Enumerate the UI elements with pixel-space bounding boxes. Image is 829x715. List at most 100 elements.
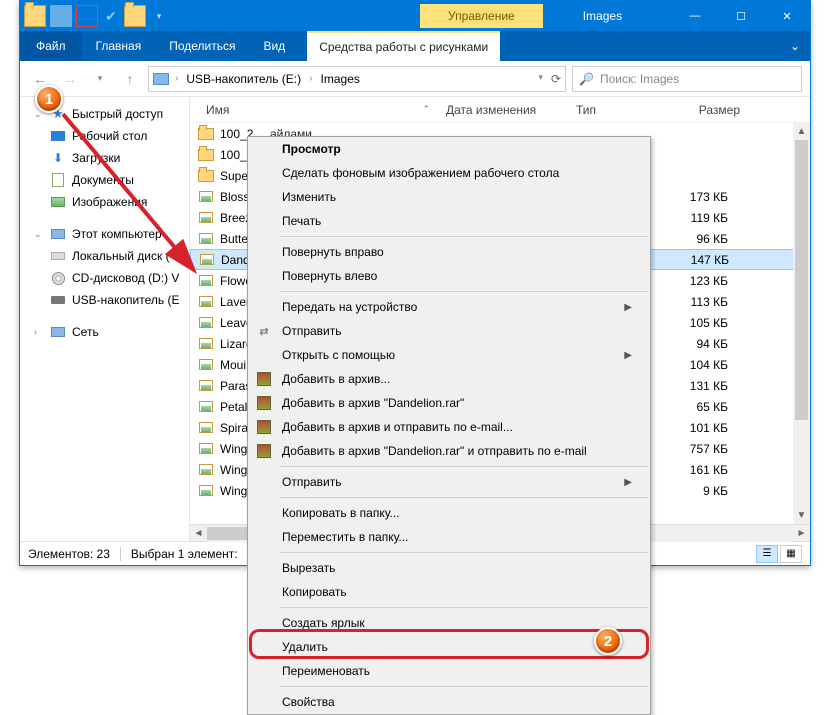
image-file-icon: [198, 442, 214, 456]
menu-item[interactable]: Добавить в архив и отправить по e-mail..…: [248, 415, 650, 439]
refresh-icon[interactable]: ⟳: [551, 72, 561, 86]
view-details-button[interactable]: ☰: [756, 545, 778, 563]
menu-item-label: Передать на устройство: [282, 300, 417, 314]
col-name[interactable]: Имя⌃: [198, 103, 438, 117]
file-size: 65 КБ: [658, 400, 738, 414]
scroll-right-icon[interactable]: ►: [793, 525, 810, 542]
nav-cd-drive[interactable]: CD-дисковод (D:) V: [22, 267, 187, 289]
chevron-down-icon[interactable]: ▾: [536, 72, 545, 86]
divider: [50, 5, 72, 27]
menu-item-label: Просмотр: [282, 142, 341, 156]
tab-view[interactable]: Вид: [249, 31, 299, 61]
col-date[interactable]: Дата изменения: [438, 103, 568, 117]
menu-item[interactable]: Создать ярлык: [248, 611, 650, 635]
forward-button[interactable]: →: [58, 67, 82, 91]
view-icons-button[interactable]: ▦: [780, 545, 802, 563]
menu-item[interactable]: Добавить в архив...: [248, 367, 650, 391]
image-file-icon: [198, 337, 214, 351]
menu-item[interactable]: Добавить в архив "Dandelion.rar" и отпра…: [248, 439, 650, 463]
address-box[interactable]: › USB-накопитель (E:) › Images ▾ ⟳: [148, 66, 566, 92]
menu-item[interactable]: Удалить: [248, 635, 650, 659]
ribbon-expand-icon[interactable]: ⌄: [780, 31, 810, 61]
col-type[interactable]: Тип: [568, 103, 658, 117]
qat-dropdown-icon[interactable]: ▾: [148, 5, 170, 27]
scroll-down-icon[interactable]: ▼: [793, 507, 810, 524]
scroll-track[interactable]: [793, 140, 810, 507]
menu-item[interactable]: Сделать фоновым изображением рабочего ст…: [248, 161, 650, 185]
menu-separator: [280, 686, 648, 687]
chevron-right-icon[interactable]: ›: [307, 73, 314, 84]
menu-item[interactable]: Повернуть вправо: [248, 240, 650, 264]
annotation-callout-2: 2: [594, 627, 622, 655]
breadcrumb[interactable]: Images: [316, 70, 363, 88]
menu-item[interactable]: Переместить в папку...: [248, 525, 650, 549]
menu-item[interactable]: Вырезать: [248, 556, 650, 580]
menu-item[interactable]: ⇄ Отправить: [248, 319, 650, 343]
menu-item[interactable]: Печать: [248, 209, 650, 233]
menu-item-label: Переименовать: [282, 664, 370, 678]
nav-documents[interactable]: Документы: [22, 169, 187, 191]
scroll-up-icon[interactable]: ▲: [793, 123, 810, 140]
menu-item-label: Свойства: [282, 695, 335, 709]
image-file-icon: [198, 211, 214, 225]
divider: [120, 547, 121, 561]
nav-downloads[interactable]: ⬇Загрузки: [22, 147, 187, 169]
image-file-icon: [198, 463, 214, 477]
col-size[interactable]: Размер: [658, 103, 748, 117]
menu-item[interactable]: Добавить в архив "Dandelion.rar": [248, 391, 650, 415]
nav-usb-drive[interactable]: USB-накопитель (E: [22, 289, 187, 311]
file-size: 161 КБ: [658, 463, 738, 477]
up-button[interactable]: ↑: [118, 67, 142, 91]
qat-newfolder-icon[interactable]: [124, 5, 146, 27]
menu-separator: [280, 236, 648, 237]
nav-local-disk[interactable]: Локальный диск (: [22, 245, 187, 267]
menu-item-label: Отправить: [282, 475, 342, 489]
menu-item-label: Добавить в архив "Dandelion.rar" и отпра…: [282, 444, 587, 458]
tab-picture-tools[interactable]: Средства работы с рисунками: [307, 31, 500, 61]
menu-item[interactable]: Повернуть влево: [248, 264, 650, 288]
tab-share[interactable]: Поделиться: [155, 31, 249, 61]
menu-item[interactable]: Переименовать: [248, 659, 650, 683]
menu-item[interactable]: Копировать в папку...: [248, 501, 650, 525]
chevron-right-icon[interactable]: ›: [173, 73, 180, 84]
qat-check-icon[interactable]: ✔: [100, 5, 122, 27]
nav-this-pc[interactable]: ⌄Этот компьютер: [22, 223, 187, 245]
menu-separator: [280, 497, 648, 498]
close-button[interactable]: ✕: [764, 1, 810, 31]
scroll-left-icon[interactable]: ◄: [190, 525, 207, 542]
menu-item[interactable]: Свойства: [248, 690, 650, 714]
file-size: 757 КБ: [658, 442, 738, 456]
vertical-scrollbar[interactable]: ▲ ▼: [793, 123, 810, 524]
menu-item-label: Отправить: [282, 324, 342, 338]
image-file-icon: [198, 400, 214, 414]
minimize-button[interactable]: —: [672, 1, 718, 31]
submenu-arrow-icon: ▶: [624, 350, 632, 361]
file-size: 94 КБ: [658, 337, 738, 351]
sort-caret-icon: ⌃: [422, 104, 430, 115]
search-input[interactable]: 🔍 Поиск: Images: [572, 66, 802, 92]
nav-desktop[interactable]: Рабочий стол: [22, 125, 187, 147]
nav-pictures[interactable]: Изображения: [22, 191, 187, 213]
qat-properties-icon[interactable]: [76, 5, 98, 27]
menu-separator: [280, 607, 648, 608]
menu-item[interactable]: Открыть с помощью▶: [248, 343, 650, 367]
submenu-arrow-icon: ▶: [624, 302, 632, 313]
menu-item[interactable]: Передать на устройство ▶: [248, 295, 650, 319]
share-icon: ⇄: [256, 323, 272, 339]
nav-network[interactable]: ›Сеть: [22, 321, 187, 343]
menu-item[interactable]: Изменить: [248, 185, 650, 209]
menu-item[interactable]: Копировать: [248, 580, 650, 604]
menu-item[interactable]: Просмотр: [248, 137, 650, 161]
file-size: 113 КБ: [658, 295, 738, 309]
menu-item[interactable]: Отправить▶: [248, 470, 650, 494]
recent-dropdown-icon[interactable]: ▾: [88, 67, 112, 91]
quick-access-toolbar: ✔ ▾: [20, 5, 174, 27]
file-size: 105 КБ: [658, 316, 738, 330]
breadcrumb[interactable]: USB-накопитель (E:): [182, 70, 305, 88]
tab-file[interactable]: Файл: [20, 31, 82, 61]
scroll-thumb[interactable]: [795, 140, 808, 420]
search-icon: 🔍: [579, 72, 594, 86]
maximize-button[interactable]: ☐: [718, 1, 764, 31]
image-file-icon: [198, 274, 214, 288]
tab-home[interactable]: Главная: [82, 31, 156, 61]
